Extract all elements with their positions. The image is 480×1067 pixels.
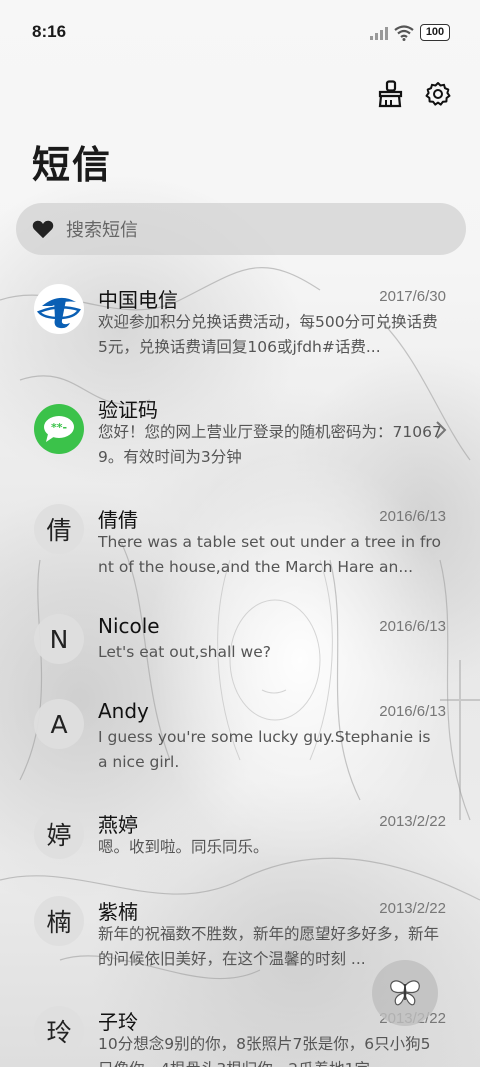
message-date: 2013/2/22 <box>379 813 446 830</box>
gear-icon <box>425 82 451 106</box>
message-preview: Let's eat out,shall we? <box>98 643 271 661</box>
conversation-item[interactable]: A Andy 2016/6/13 I guess you're some luc… <box>0 685 480 795</box>
conversation-item[interactable]: 婷 燕婷 2013/2/22 嗯。收到啦。同乐同乐。 <box>0 795 480 882</box>
status-time: 8:16 <box>32 22 67 41</box>
message-preview: 您好！您的网上营业厅登录的随机密码为：710679。有效时间为3分钟 <box>98 423 442 466</box>
status-icons: 100 <box>370 24 450 41</box>
avatar <box>34 284 84 334</box>
message-preview: 欢迎参加积分兑换话费活动，每500分可兑换话费5元，兑换话费请回复106或jfd… <box>98 313 438 356</box>
theme-fab-button[interactable] <box>372 960 438 1026</box>
message-preview: 10分想念9别的你，8张照片7张是你，6只小狗5只像你，4根骨头3根归你，2爪着… <box>98 1035 431 1067</box>
search-placeholder: 搜索短信 <box>66 220 138 241</box>
avatar: **- <box>34 404 84 454</box>
battery-icon: 100 <box>420 24 450 41</box>
contact-name: 倩倩 <box>98 508 138 532</box>
conversation-item[interactable]: N Nicole 2016/6/13 Let's eat out,shall w… <box>0 600 480 685</box>
message-preview: 嗯。收到啦。同乐同乐。 <box>98 838 269 856</box>
message-date: 2017/6/30 <box>379 288 446 305</box>
message-bubble-icon: **- <box>44 416 74 442</box>
conversation-item[interactable]: **- 验证码 您好！您的网上营业厅登录的随机密码为：710679。有效时间为3… <box>0 380 480 490</box>
message-date: 2016/6/13 <box>379 508 446 525</box>
settings-button[interactable] <box>424 80 452 108</box>
conversation-item[interactable]: 中国电信 2017/6/30 欢迎参加积分兑换话费活动，每500分可兑换话费5元… <box>0 270 480 380</box>
contact-name: 燕婷 <box>98 813 138 837</box>
svg-text:**-: **- <box>51 421 67 434</box>
message-date: 2013/2/22 <box>379 900 446 917</box>
avatar: 楠 <box>34 896 84 946</box>
avatar: A <box>34 699 84 749</box>
message-date: 2016/6/13 <box>379 618 446 635</box>
avatar: N <box>34 614 84 664</box>
contact-name: Andy <box>98 699 149 723</box>
contact-name: 紫楠 <box>98 900 138 924</box>
china-telecom-logo-icon <box>35 285 83 333</box>
status-bar: 8:16 100 <box>0 0 480 68</box>
contact-name: Nicole <box>98 614 160 638</box>
heart-icon <box>32 220 54 239</box>
search-bar[interactable]: 搜索短信 <box>16 203 466 255</box>
contact-name: 中国电信 <box>98 288 178 312</box>
toolbar <box>376 80 452 108</box>
avatar: 婷 <box>34 809 84 859</box>
contact-name: 子玲 <box>98 1010 138 1034</box>
butterfly-icon <box>390 980 420 1006</box>
page-title: 短信 <box>32 143 113 187</box>
avatar: 玲 <box>34 1006 84 1056</box>
signal-icon <box>370 26 388 40</box>
brush-icon <box>378 80 403 108</box>
conversation-item[interactable]: 倩 倩倩 2016/6/13 There was a table set out… <box>0 490 480 600</box>
contact-name: 验证码 <box>98 398 158 422</box>
wifi-icon <box>394 24 414 41</box>
message-preview: I guess you're some lucky guy.Stephanie … <box>98 728 431 771</box>
avatar: 倩 <box>34 504 84 554</box>
message-date: 2016/6/13 <box>379 703 446 720</box>
message-preview: There was a table set out under a tree i… <box>98 533 441 576</box>
chevron-right-icon[interactable] <box>434 420 448 440</box>
clean-brush-button[interactable] <box>376 80 404 108</box>
